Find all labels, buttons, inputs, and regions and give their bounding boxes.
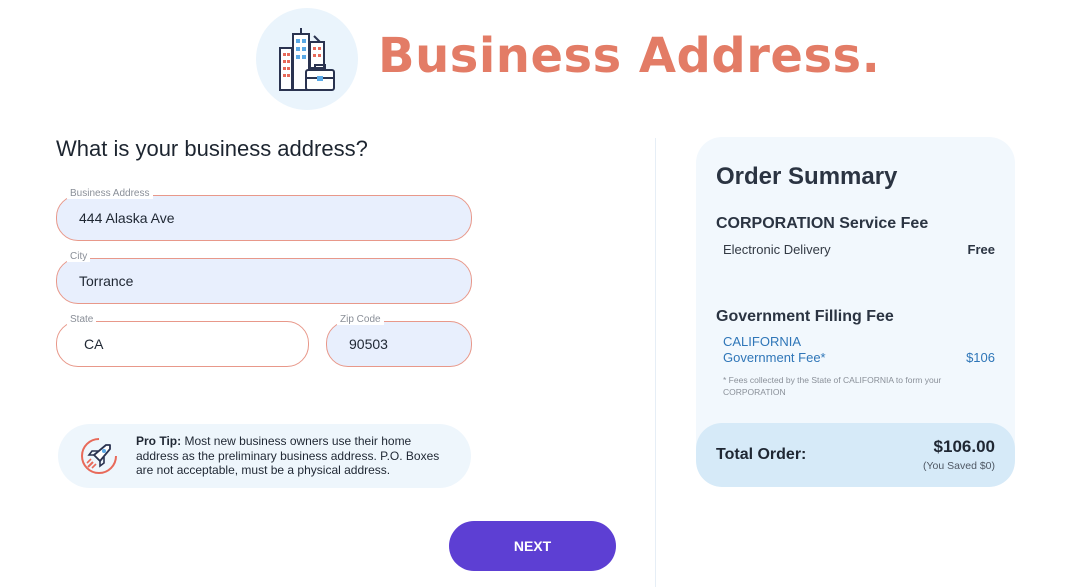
total-saved-text: (You Saved $0) (923, 460, 995, 472)
zip-code-value[interactable]: 90503 (349, 336, 388, 352)
electronic-delivery-label: Electronic Delivery (723, 242, 831, 257)
order-summary-panel: Order Summary CORPORATION Service Fee El… (696, 137, 1015, 487)
city-briefcase-icon (279, 28, 335, 91)
city-value[interactable]: Torrance (79, 273, 133, 289)
pro-tip-body: Most new business owners use their home … (136, 434, 440, 477)
government-fee-state: CALIFORNIA (723, 334, 802, 349)
business-address-field[interactable]: Business Address 444 Alaska Ave (56, 188, 472, 241)
state-value[interactable]: CA (84, 336, 103, 352)
page-title: Business Address. (378, 28, 881, 84)
government-fee-note: * Fees collected by the State of CALIFOR… (723, 375, 942, 397)
government-fee-label: CALIFORNIA Government Fee* (723, 334, 826, 366)
pro-tip-text: Pro Tip: Most new business owners use th… (136, 434, 456, 478)
business-address-label: Business Address (67, 188, 153, 199)
zip-code-field[interactable]: Zip Code 90503 (326, 314, 472, 367)
state-label: State (67, 314, 97, 325)
address-question: What is your business address? (56, 136, 368, 161)
zip-code-label: Zip Code (337, 314, 384, 325)
total-order-label: Total Order: (716, 446, 807, 463)
electronic-delivery-value: Free (967, 242, 995, 257)
government-fee-value: $106 (966, 350, 995, 365)
order-summary-title: Order Summary (716, 163, 898, 190)
city-field[interactable]: City Torrance (56, 251, 472, 304)
business-address-value[interactable]: 444 Alaska Ave (79, 210, 174, 226)
column-divider (655, 138, 656, 587)
service-fee-title: CORPORATION Service Fee (716, 215, 929, 232)
total-order-bar: Total Order: $106.00 (You Saved $0) (696, 423, 1015, 487)
total-order-amount: $106.00 (933, 437, 995, 456)
government-fee-name: Government Fee* (723, 350, 826, 365)
rocket-icon (81, 438, 117, 474)
pro-tip-heading: Pro Tip: (136, 434, 182, 448)
state-field[interactable]: State CA (56, 314, 309, 367)
pro-tip-box: Pro Tip: Most new business owners use th… (58, 424, 471, 488)
government-fee-title: Government Filling Fee (716, 308, 894, 325)
hero-icon-circle (256, 8, 358, 110)
city-label: City (67, 251, 91, 262)
next-button[interactable]: NEXT (449, 521, 616, 571)
